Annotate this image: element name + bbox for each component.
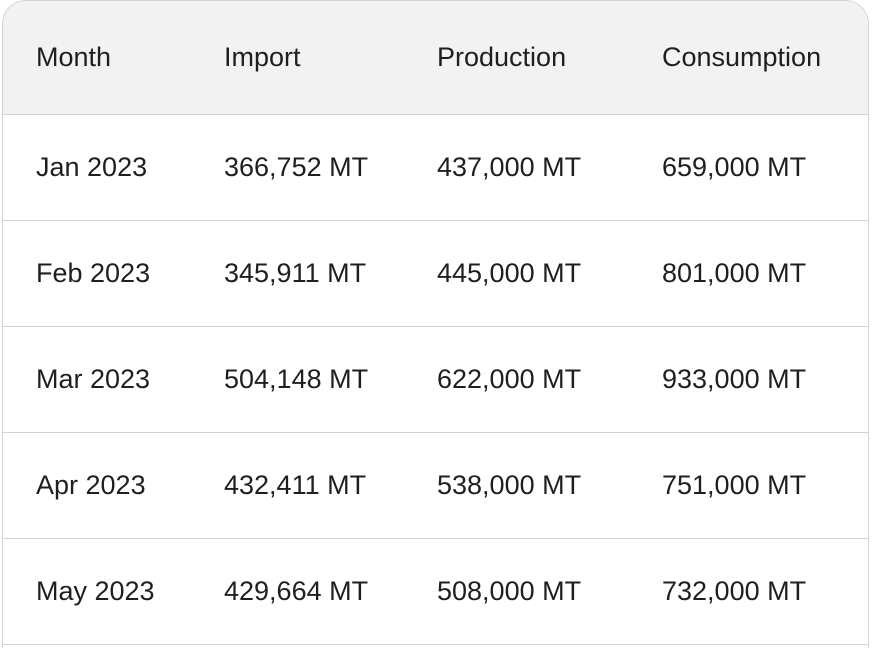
cell-production: 622,000 MT bbox=[437, 364, 582, 394]
cell-month: Apr 2023 bbox=[36, 470, 146, 500]
table-header-row: Month Import Production Consumption bbox=[3, 1, 868, 115]
header-consumption: Consumption bbox=[662, 42, 822, 72]
cell-consumption: 659,000 MT bbox=[662, 152, 807, 182]
cell-consumption: 751,000 MT bbox=[662, 470, 807, 500]
cell-import: 429,664 MT bbox=[224, 576, 369, 606]
cell-production: 445,000 MT bbox=[437, 258, 582, 288]
table-row: Feb 2023 345,911 MT 445,000 MT 801,000 M… bbox=[3, 221, 868, 327]
cell-month: Mar 2023 bbox=[36, 364, 151, 394]
cell-month: Jan 2023 bbox=[36, 152, 148, 182]
table-row: Mar 2023 504,148 MT 622,000 MT 933,000 M… bbox=[3, 327, 868, 433]
table-row: Apr 2023 432,411 MT 538,000 MT 751,000 M… bbox=[3, 433, 868, 539]
data-table: Month Import Production Consumption Jan … bbox=[2, 0, 869, 648]
cell-consumption: 933,000 MT bbox=[662, 364, 807, 394]
cell-import: 504,148 MT bbox=[224, 364, 369, 394]
header-import: Import bbox=[224, 42, 301, 72]
cell-import: 345,911 MT bbox=[224, 258, 367, 288]
cell-production: 508,000 MT bbox=[437, 576, 582, 606]
table-row: Jan 2023 366,752 MT 437,000 MT 659,000 M… bbox=[3, 115, 868, 221]
header-month: Month bbox=[36, 42, 112, 72]
table-row: May 2023 429,664 MT 508,000 MT 732,000 M… bbox=[3, 539, 868, 645]
cell-consumption: 801,000 MT bbox=[662, 258, 807, 288]
cell-production: 538,000 MT bbox=[437, 470, 582, 500]
cell-import: 366,752 MT bbox=[224, 152, 369, 182]
cell-production: 437,000 MT bbox=[437, 152, 582, 182]
cell-consumption: 732,000 MT bbox=[662, 576, 807, 606]
cell-month: Feb 2023 bbox=[36, 258, 151, 288]
header-production: Production bbox=[437, 42, 567, 72]
cell-month: May 2023 bbox=[36, 576, 155, 606]
cell-import: 432,411 MT bbox=[224, 470, 367, 500]
